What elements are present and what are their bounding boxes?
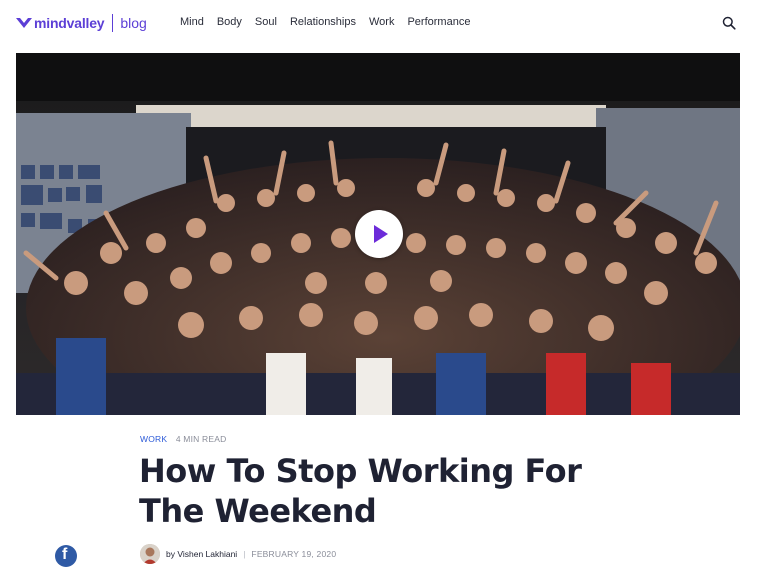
read-time: 4 MIN READ [175,434,227,444]
play-video-button[interactable] [355,210,403,258]
article-meta: WORK 4 MIN READ [140,434,226,444]
nav-item-body[interactable]: Body [217,16,242,28]
search-icon [722,16,736,30]
nav-item-relationships[interactable]: Relationships [290,16,356,28]
byline: by Vishen Lakhiani | FEBRUARY 19, 2020 [140,544,336,564]
mindvalley-logo-icon [16,18,32,28]
author-name[interactable]: by Vishen Lakhiani [166,549,237,559]
logo-divider [112,14,114,32]
article-title: How To Stop Working For The Weekend [139,452,582,530]
brand-section: blog [120,15,147,31]
nav-item-work[interactable]: Work [369,16,394,28]
facebook-share-button[interactable]: f [55,545,77,567]
category-link[interactable]: WORK [140,434,167,444]
nav-item-soul[interactable]: Soul [255,16,277,28]
search-button[interactable] [722,16,736,30]
hero-image [16,53,740,415]
logo[interactable]: mindvalley blog [16,13,147,33]
site-header: mindvalley blog Mind Body Soul Relations… [0,0,770,46]
facebook-icon: f [62,546,68,563]
brand-name: mindvalley [34,15,105,31]
nav-item-mind[interactable]: Mind [180,16,204,28]
author-avatar[interactable] [140,544,160,564]
main-nav: Mind Body Soul Relationships Work Perfor… [180,16,483,28]
publish-date: FEBRUARY 19, 2020 [251,549,337,559]
byline-separator: | [243,549,246,559]
avatar-image [140,544,160,564]
nav-item-performance[interactable]: Performance [407,16,470,28]
play-icon [374,225,388,243]
